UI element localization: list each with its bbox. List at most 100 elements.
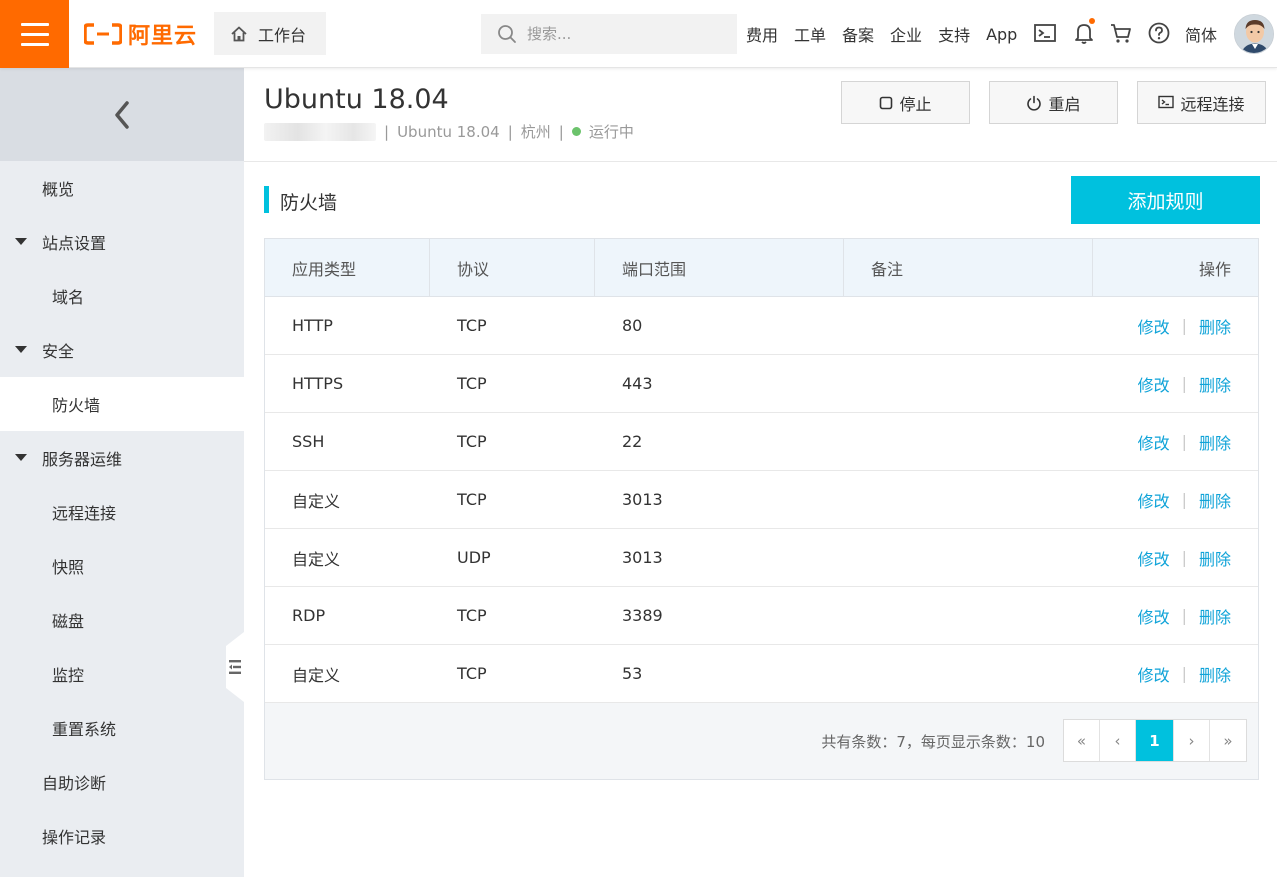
nav-link-icp-filing[interactable]: 备案 bbox=[842, 22, 874, 46]
instance-status: 运行中 bbox=[588, 123, 634, 141]
cell-protocol: TCP bbox=[457, 606, 487, 625]
table-row: 自定义 TCP 53 修改 | 删除 bbox=[265, 645, 1258, 703]
delete-rule-link[interactable]: 删除 bbox=[1199, 546, 1231, 570]
cell-actions: 修改 | 删除 bbox=[1093, 645, 1258, 702]
redacted-instance-id bbox=[264, 122, 376, 141]
shopping-cart-icon[interactable] bbox=[1108, 20, 1134, 46]
restart-button[interactable]: 重启 bbox=[989, 81, 1118, 124]
stop-icon bbox=[880, 96, 893, 109]
sidebar-group-security[interactable]: 安全 bbox=[0, 323, 244, 377]
cell-protocol: TCP bbox=[457, 490, 487, 509]
cell-actions: 修改 | 删除 bbox=[1093, 529, 1258, 586]
delete-rule-link[interactable]: 删除 bbox=[1199, 488, 1231, 512]
caret-down-icon bbox=[15, 238, 27, 245]
sidebar: 概览 站点设置 域名 安全 防火墙 服务器运维 远程连接 快照 磁盘 监控 重置… bbox=[0, 68, 244, 877]
sidebar-item-label: 操作记录 bbox=[42, 828, 107, 847]
help-icon[interactable] bbox=[1146, 20, 1172, 46]
sidebar-item-operation-log[interactable]: 操作记录 bbox=[0, 809, 244, 863]
sidebar-item-monitor[interactable]: 监控 bbox=[0, 647, 244, 701]
sidebar-item-firewall[interactable]: 防火墙 bbox=[0, 377, 244, 431]
workbench-button[interactable]: 工作台 bbox=[214, 12, 326, 55]
section-title: 防火墙 bbox=[280, 192, 338, 214]
delete-rule-link[interactable]: 删除 bbox=[1199, 314, 1231, 338]
column-header-port-range: 端口范围 bbox=[595, 239, 844, 297]
hamburger-menu-button[interactable] bbox=[0, 0, 69, 68]
power-icon bbox=[1027, 95, 1042, 111]
terminal-icon[interactable] bbox=[1032, 20, 1058, 46]
notification-bell-icon[interactable] bbox=[1071, 18, 1097, 46]
edit-rule-link[interactable]: 修改 bbox=[1138, 546, 1170, 570]
action-separator: | bbox=[1181, 664, 1187, 683]
sidebar-item-remote-connect[interactable]: 远程连接 bbox=[0, 485, 244, 539]
edit-rule-link[interactable]: 修改 bbox=[1138, 604, 1170, 628]
stop-button[interactable]: 停止 bbox=[841, 81, 970, 124]
cell-protocol: TCP bbox=[457, 664, 487, 683]
notification-dot bbox=[1089, 18, 1095, 24]
sidebar-item-label: 远程连接 bbox=[52, 504, 117, 523]
sidebar-item-label: 防火墙 bbox=[52, 396, 101, 415]
nav-link-tickets[interactable]: 工单 bbox=[794, 22, 826, 46]
instance-os: Ubuntu 18.04 bbox=[397, 122, 500, 141]
first-page-button[interactable]: « bbox=[1064, 720, 1100, 761]
table-footer: 共有条数：7，每页显示条数：10 « ‹ 1 › » bbox=[265, 703, 1258, 779]
delete-rule-link[interactable]: 删除 bbox=[1199, 430, 1231, 454]
delete-rule-link[interactable]: 删除 bbox=[1199, 372, 1231, 396]
nav-link-billing[interactable]: 费用 bbox=[746, 22, 778, 46]
instance-title: Ubuntu 18.04 bbox=[264, 84, 449, 115]
last-page-button[interactable]: » bbox=[1210, 720, 1246, 761]
sidebar-group-site-settings[interactable]: 站点设置 bbox=[0, 215, 244, 269]
table-row: HTTPS TCP 443 修改 | 删除 bbox=[265, 355, 1258, 413]
cell-note bbox=[844, 529, 1093, 586]
nav-link-app[interactable]: App bbox=[986, 25, 1017, 44]
user-avatar[interactable] bbox=[1234, 14, 1274, 54]
nav-link-enterprise[interactable]: 企业 bbox=[890, 22, 922, 46]
remote-connect-button[interactable]: 远程连接 bbox=[1137, 81, 1266, 124]
logo-text: 阿里云 bbox=[128, 24, 198, 49]
meta-separator: | bbox=[507, 122, 513, 141]
sidebar-group-server-ops[interactable]: 服务器运维 bbox=[0, 431, 244, 485]
edit-rule-link[interactable]: 修改 bbox=[1138, 314, 1170, 338]
stop-label: 停止 bbox=[899, 94, 932, 114]
nav-link-support[interactable]: 支持 bbox=[938, 22, 970, 46]
instance-region: 杭州 bbox=[520, 123, 551, 141]
cell-app-type: RDP bbox=[292, 606, 326, 625]
delete-rule-link[interactable]: 删除 bbox=[1199, 662, 1231, 686]
sidebar-item-snapshot[interactable]: 快照 bbox=[0, 539, 244, 593]
sidebar-item-domain[interactable]: 域名 bbox=[0, 269, 244, 323]
search-box[interactable] bbox=[481, 14, 737, 54]
add-rule-button[interactable]: 添加规则 bbox=[1071, 176, 1260, 224]
action-separator: | bbox=[1181, 548, 1187, 567]
cell-port-range: 3389 bbox=[622, 606, 663, 625]
collapse-menu-icon bbox=[229, 660, 241, 674]
next-page-button[interactable]: › bbox=[1174, 720, 1210, 761]
edit-rule-link[interactable]: 修改 bbox=[1138, 488, 1170, 512]
prev-page-button[interactable]: ‹ bbox=[1100, 720, 1136, 761]
edit-rule-link[interactable]: 修改 bbox=[1138, 372, 1170, 396]
firewall-rules-table: 应用类型 协议 端口范围 备注 操作 HTTP TCP 80 修改 | 删除 HTTPS TC… bbox=[264, 238, 1259, 780]
sidebar-item-self-diagnosis[interactable]: 自助诊断 bbox=[0, 755, 244, 809]
column-header-note: 备注 bbox=[844, 239, 1093, 297]
sidebar-item-reset-system[interactable]: 重置系统 bbox=[0, 701, 244, 755]
action-separator: | bbox=[1181, 490, 1187, 509]
current-page-button[interactable]: 1 bbox=[1136, 720, 1174, 761]
sidebar-item-label: 安全 bbox=[42, 342, 75, 361]
column-header-app-type: 应用类型 bbox=[265, 239, 430, 297]
cell-app-type: 自定义 bbox=[292, 549, 341, 569]
aliyun-logo[interactable]: 阿里云 bbox=[84, 18, 197, 50]
search-input[interactable] bbox=[527, 25, 727, 43]
cell-note bbox=[844, 471, 1093, 528]
sidebar-item-disk[interactable]: 磁盘 bbox=[0, 593, 244, 647]
pagination: « ‹ 1 › » bbox=[1063, 719, 1247, 762]
meta-separator: | bbox=[558, 122, 564, 141]
language-switch[interactable]: 简体 bbox=[1185, 22, 1217, 46]
sidebar-item-overview[interactable]: 概览 bbox=[0, 161, 244, 215]
edit-rule-link[interactable]: 修改 bbox=[1138, 662, 1170, 686]
cell-port-range: 53 bbox=[622, 664, 643, 683]
table-row: SSH TCP 22 修改 | 删除 bbox=[265, 413, 1258, 471]
delete-rule-link[interactable]: 删除 bbox=[1199, 604, 1231, 628]
table-row: 自定义 TCP 3013 修改 | 删除 bbox=[265, 471, 1258, 529]
back-button[interactable] bbox=[0, 68, 244, 161]
cell-app-type: HTTPS bbox=[292, 374, 344, 393]
edit-rule-link[interactable]: 修改 bbox=[1138, 430, 1170, 454]
table-row: 自定义 UDP 3013 修改 | 删除 bbox=[265, 529, 1258, 587]
